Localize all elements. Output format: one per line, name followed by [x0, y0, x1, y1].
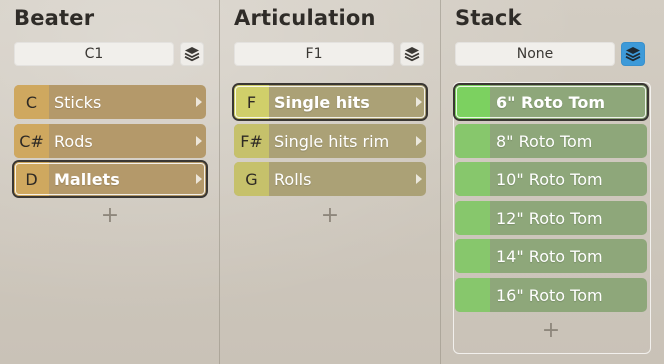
beater-title: Beater [14, 6, 95, 30]
item-key: D [14, 162, 49, 196]
articulation-add-button[interactable]: + [220, 203, 440, 228]
articulation-column: Articulation F1 F Single hits F# Single … [220, 0, 440, 364]
item-key [455, 278, 490, 312]
stack-layers-button[interactable] [621, 42, 645, 66]
beater-item-mallets[interactable]: D Mallets [14, 162, 206, 196]
beater-selector-value: C1 [84, 46, 104, 62]
chevron-right-icon [196, 174, 202, 184]
articulation-item-single-hits-rim[interactable]: F# Single hits rim [234, 124, 426, 158]
stack-item-14-roto-tom[interactable]: 14" Roto Tom [455, 239, 647, 273]
stack-selector[interactable]: None [455, 42, 615, 66]
item-label: 12" Roto Tom [496, 208, 603, 228]
articulation-selector[interactable]: F1 [234, 42, 394, 66]
articulation-selector-value: F1 [305, 46, 323, 62]
item-label: 14" Roto Tom [496, 246, 603, 266]
item-label: Rolls [274, 169, 312, 189]
beater-column: Beater C1 C Sticks C# Rods D Mallets + [0, 0, 220, 364]
chevron-right-icon [196, 136, 202, 146]
chevron-right-icon [416, 136, 422, 146]
item-key: F# [234, 124, 269, 158]
item-key [455, 124, 490, 158]
stack-item-16-roto-tom[interactable]: 16" Roto Tom [455, 278, 647, 312]
beater-add-button[interactable]: + [0, 203, 220, 228]
stack-item-10-roto-tom[interactable]: 10" Roto Tom [455, 162, 647, 196]
beater-item-rods[interactable]: C# Rods [14, 124, 206, 158]
layers-icon [404, 47, 420, 62]
item-label: 16" Roto Tom [496, 285, 603, 305]
item-label: Single hits rim [274, 131, 390, 151]
chevron-right-icon [416, 97, 422, 107]
item-key: F [234, 85, 269, 119]
item-label: 10" Roto Tom [496, 169, 603, 189]
beater-selector[interactable]: C1 [14, 42, 174, 66]
item-key: C [14, 85, 49, 119]
stack-column: Stack None 6" Roto Tom 8" Roto Tom 10" R… [441, 0, 664, 364]
item-key: C# [14, 124, 49, 158]
articulation-title: Articulation [234, 6, 376, 30]
stack-title: Stack [455, 6, 522, 30]
articulation-layers-button[interactable] [400, 42, 424, 66]
item-key [455, 162, 490, 196]
beater-layers-button[interactable] [180, 42, 204, 66]
chevron-right-icon [416, 174, 422, 184]
stack-selector-value: None [516, 46, 554, 62]
item-label: 8" Roto Tom [496, 131, 593, 151]
item-label: Sticks [54, 92, 102, 112]
layers-icon [184, 47, 200, 62]
stack-item-6-roto-tom[interactable]: 6" Roto Tom [455, 85, 647, 119]
chevron-right-icon [196, 97, 202, 107]
item-key [455, 201, 490, 235]
item-label: Rods [54, 131, 93, 151]
item-key [455, 239, 490, 273]
layers-icon [625, 47, 641, 62]
beater-item-sticks[interactable]: C Sticks [14, 85, 206, 119]
articulation-item-rolls[interactable]: G Rolls [234, 162, 426, 196]
stack-item-12-roto-tom[interactable]: 12" Roto Tom [455, 201, 647, 235]
item-label: 6" Roto Tom [496, 92, 606, 112]
stack-item-8-roto-tom[interactable]: 8" Roto Tom [455, 124, 647, 158]
item-label: Single hits [274, 92, 370, 112]
item-key [455, 85, 490, 119]
item-key: G [234, 162, 269, 196]
item-label: Mallets [54, 169, 120, 189]
stack-add-button[interactable]: + [441, 318, 661, 343]
articulation-item-single-hits[interactable]: F Single hits [234, 85, 426, 119]
